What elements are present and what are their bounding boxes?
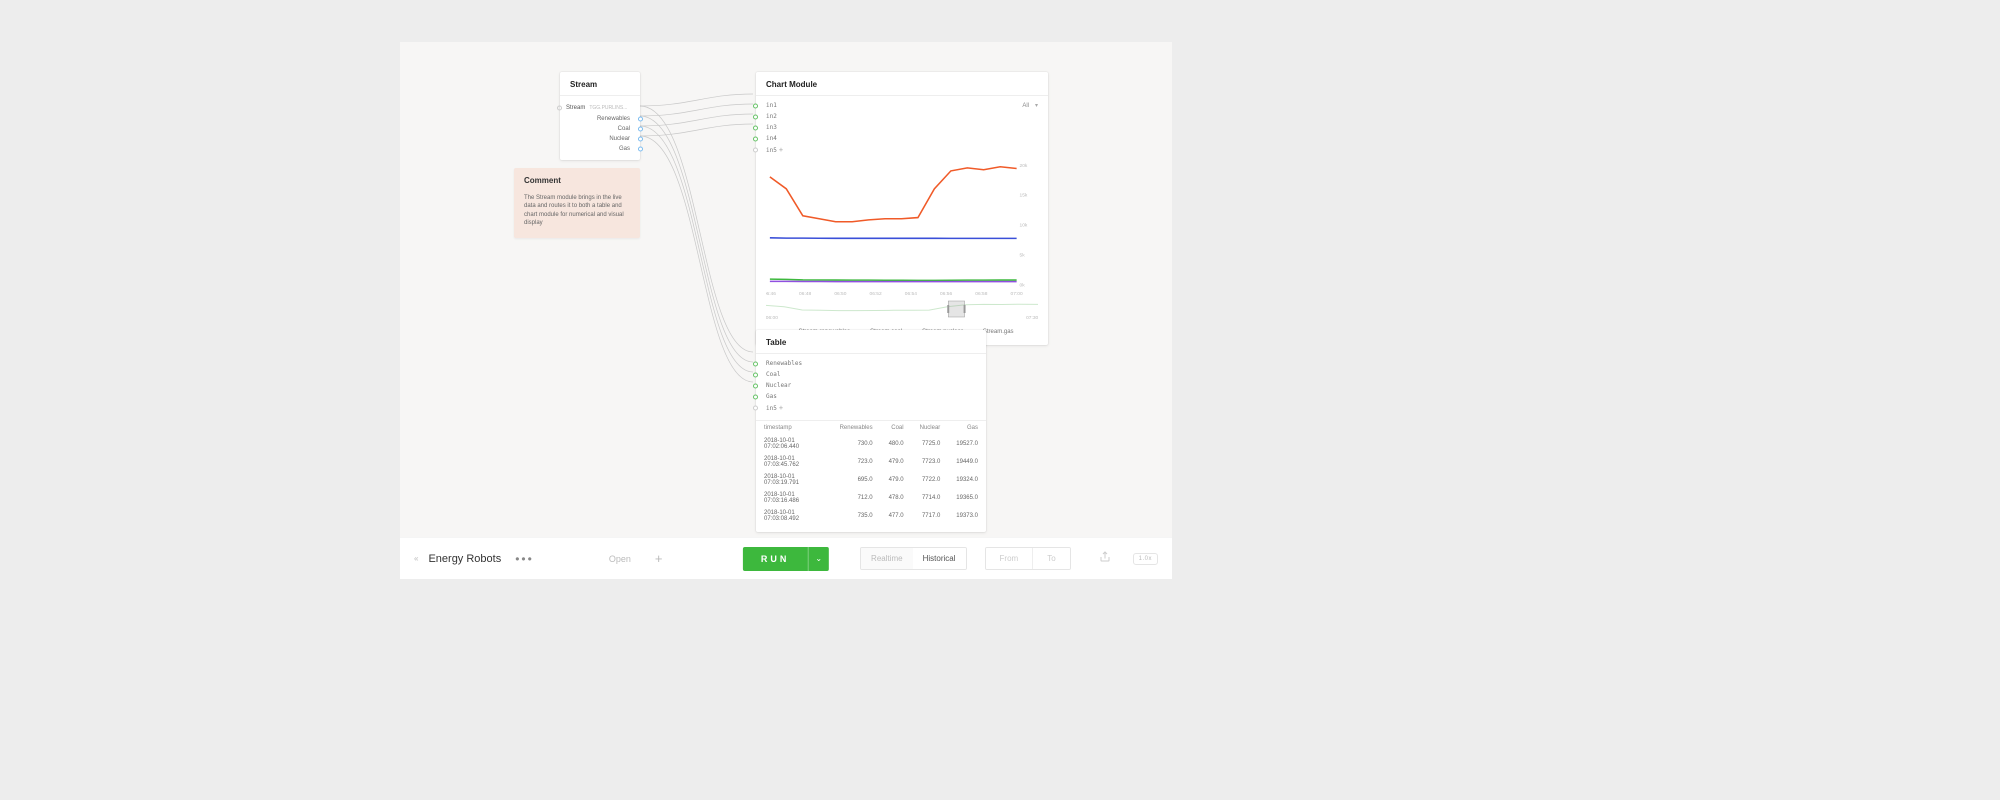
historical-tab[interactable]: Historical [913,548,966,569]
table-row: 2018-10-01 07:03:45.762723.0479.07723.01… [756,453,986,471]
stream-node[interactable]: Stream Stream TGG.PURLINS... Renewables … [560,72,640,160]
table-in5: in5+ [766,402,976,414]
run-button-group: RUN ⌄ [743,547,829,571]
chart-in2: in2 [766,111,1038,122]
svg-text:06:00: 06:00 [766,315,778,320]
stream-title: Stream [560,72,640,96]
chart-in1: in1 [766,100,1038,111]
table-row: 2018-10-01 07:02:06.440730.0480.07725.01… [756,435,986,453]
chart-brush[interactable]: 06:00 07:30 [766,300,1038,320]
chart-in5: in5+ [766,144,1038,156]
svg-text:06:54: 06:54 [905,291,917,297]
canvas[interactable]: Stream Stream TGG.PURLINS... Renewables … [400,42,1172,537]
app-frame: Stream Stream TGG.PURLINS... Renewables … [400,42,1172,579]
svg-text:10k: 10k [1020,223,1028,229]
toolbar: « Energy Robots ••• Open + RUN ⌄ Realtim… [400,537,1172,579]
table-in-renewables: Renewables [766,358,976,369]
svg-text:07:30: 07:30 [1026,315,1038,320]
svg-text:20k: 20k [1020,163,1028,169]
stream-output-renewables: Renewables [560,114,640,124]
port-out[interactable] [638,147,643,152]
svg-text:06:56: 06:56 [940,291,952,297]
comment-title: Comment [514,168,640,190]
chart-in3: in3 [766,122,1038,133]
svg-text:06:48: 06:48 [799,291,811,297]
chart-plot[interactable]: 0k 5k 10k 15k 20k 06:46 06:48 06:50 06:52 06:54 06… [756,158,1048,298]
svg-text:06:52: 06:52 [870,291,882,297]
chart-inputs: All▾ in1 in2 in3 in4 in5+ [756,96,1048,158]
speed-badge[interactable]: 1.0x [1133,553,1158,565]
to-button[interactable]: To [1032,548,1069,569]
chevron-down-icon: ⌄ [815,554,822,563]
port-out[interactable] [638,117,643,122]
add-button[interactable]: + [655,551,663,566]
table-header: Renewables [832,421,881,436]
table-row: 2018-10-01 07:03:16.486712.0478.07714.01… [756,489,986,507]
share-icon[interactable] [1099,550,1111,568]
data-table: timestampRenewablesCoalNuclearGas 2018-1… [756,420,986,532]
from-button[interactable]: From [986,548,1033,569]
stream-output-gas: Gas [560,144,640,154]
table-title: Table [756,330,986,354]
svg-text:06:50: 06:50 [834,291,846,297]
chart-in4: in4 [766,133,1038,144]
run-dropdown[interactable]: ⌄ [807,547,829,571]
stream-output-nuclear: Nuclear [560,134,640,144]
svg-text:06:46: 06:46 [766,291,776,297]
chart-title: Chart Module [756,72,1048,96]
comment-node[interactable]: Comment The Stream module brings in the … [514,168,640,238]
svg-text:15k: 15k [1020,193,1028,199]
stream-in-port[interactable] [557,106,562,111]
port-out[interactable] [638,127,643,132]
plus-icon[interactable]: + [779,146,783,154]
open-button[interactable]: Open [609,554,631,564]
date-range: From To [985,547,1071,570]
table-header: Gas [948,421,986,436]
svg-text:5k: 5k [1020,253,1026,259]
table-header: Nuclear [912,421,949,436]
mode-segment: Realtime Historical [860,547,966,570]
svg-text:06:58: 06:58 [975,291,987,297]
port-out[interactable] [638,137,643,142]
chart-node[interactable]: Chart Module All▾ in1 in2 in3 in4 in5+ 0… [756,72,1048,345]
table-inputs: Renewables Coal Nuclear Gas in5+ [756,354,986,420]
table-header: Coal [881,421,912,436]
table-row: 2018-10-01 07:03:19.791695.0479.07722.01… [756,471,986,489]
table-in-coal: Coal [766,369,976,380]
comment-body: The Stream module brings in the live dat… [514,190,640,238]
stream-output-coal: Coal [560,124,640,134]
canvas-name[interactable]: Energy Robots [428,553,501,565]
collapse-icon[interactable]: « [414,554,418,563]
table-node[interactable]: Table Renewables Coal Nuclear Gas in5+ t… [756,330,986,532]
stream-main-row: Stream TGG.PURLINS... [560,102,640,114]
table-header: timestamp [756,421,832,436]
svg-text:0k: 0k [1020,282,1026,288]
realtime-tab[interactable]: Realtime [861,548,913,569]
plus-icon[interactable]: + [779,404,783,412]
table-in-gas: Gas [766,391,976,402]
more-icon[interactable]: ••• [515,552,534,566]
table-row: 2018-10-01 07:03:08.492735.0477.07717.01… [756,507,986,532]
run-button[interactable]: RUN [743,547,808,571]
table-in-nuclear: Nuclear [766,380,976,391]
svg-text:07:00: 07:00 [1011,291,1023,297]
